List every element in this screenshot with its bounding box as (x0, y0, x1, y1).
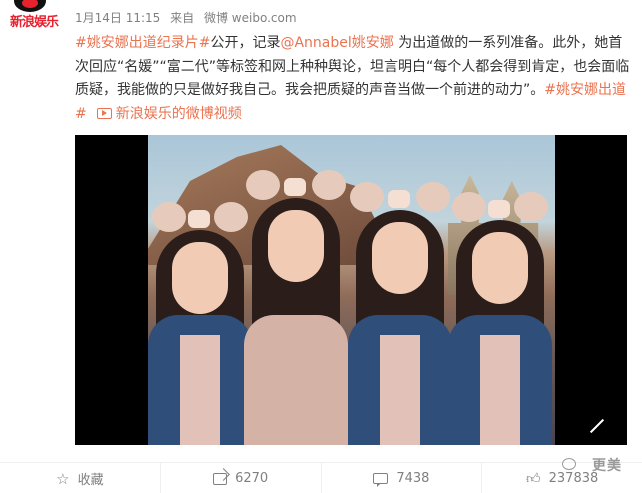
post-source[interactable]: 微博 weibo.com (204, 11, 297, 25)
person-figure (448, 190, 552, 445)
watermark-text: 更美 (592, 458, 622, 474)
comment-count: 7438 (396, 471, 430, 486)
star-icon: ☆ (56, 469, 70, 488)
action-bar: ☆ 收藏 6270 7438 👍︎ 237838 (0, 462, 642, 493)
watermark-icon (562, 458, 576, 470)
mention-link[interactable]: @Annabel姚安娜 (280, 35, 393, 51)
favorite-button[interactable]: ☆ 收藏 (0, 463, 161, 493)
video-thumbnail (148, 135, 555, 445)
like-count: 237838 (548, 471, 599, 486)
source-prefix: 来自 (170, 11, 195, 25)
video-link[interactable]: 新浪娱乐的微博视频 (116, 106, 242, 122)
account-avatar[interactable]: 新浪娱乐 (0, 0, 60, 32)
hashtag-link[interactable]: #姚安娜出道纪录片# (75, 35, 210, 51)
post-date[interactable]: 1月14日 11:15 (75, 11, 160, 25)
share-icon (213, 472, 228, 485)
thumbs-up-icon: 👍︎ (525, 470, 541, 487)
video-player[interactable] (75, 135, 627, 445)
favorite-label: 收藏 (77, 473, 104, 488)
share-count: 6270 (235, 471, 269, 486)
person-figure (348, 180, 452, 445)
post-text-part: 公开，记录 (210, 35, 281, 51)
expand-icon[interactable] (593, 417, 613, 435)
comment-icon (373, 473, 389, 487)
video-icon (96, 107, 112, 119)
person-figure (244, 170, 348, 445)
avatar-brand-text: 新浪娱乐 (10, 15, 59, 30)
share-button[interactable]: 6270 (161, 463, 322, 493)
post-text: #姚安娜出道纪录片#公开，记录@Annabel姚安娜 为出道做的一系列准备。此外… (75, 32, 630, 126)
person-figure (148, 200, 252, 445)
comment-button[interactable]: 7438 (322, 463, 483, 493)
post-meta: 1月14日 11:15 来自 微博 weibo.com (75, 9, 303, 26)
